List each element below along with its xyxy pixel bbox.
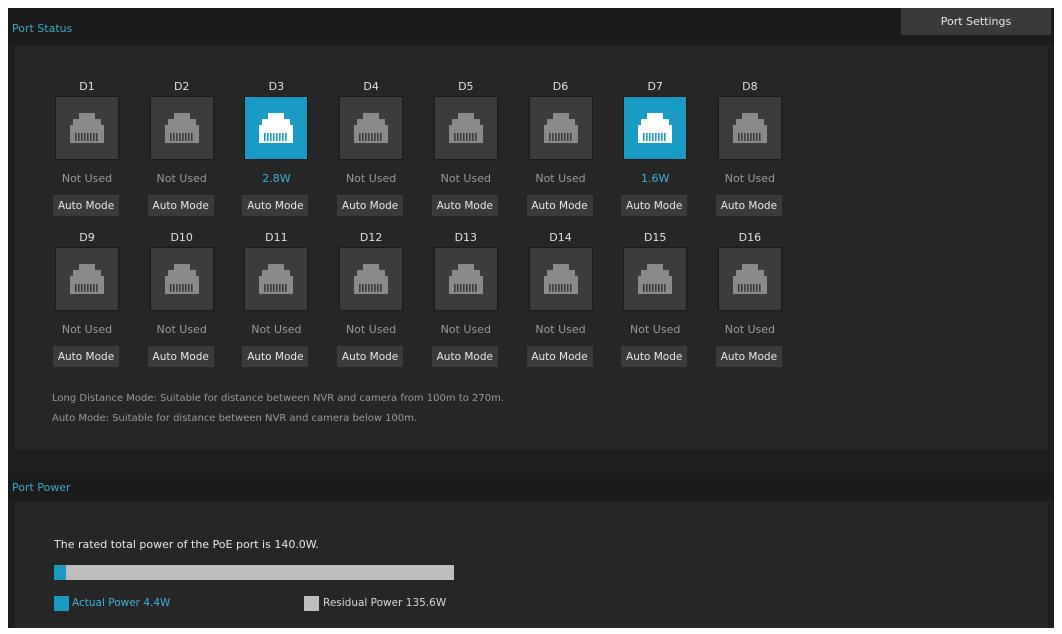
ethernet-port-icon [623,247,688,311]
ethernet-port-icon [149,96,214,160]
port-label: D3 [268,80,285,93]
port-d8: D8 Not Used Auto Mode [710,80,790,240]
port-mode-button[interactable]: Auto Mode [242,195,309,216]
port-status-text: Not Used [630,323,681,336]
port-label: D10 [170,231,193,244]
poe-settings-window: Port Status Port Settings D1 Not Used Auto… [8,8,1054,628]
long-distance-note: Long Distance Mode: Suitable for distanc… [52,393,505,404]
ethernet-port-icon [433,247,498,311]
port-status-text: 1.6W [641,172,670,185]
actual-power-label: Actual Power 4.4W [72,597,171,609]
port-d15: D15 Not Used Auto Mode [615,231,695,391]
port-status-text: Not Used [61,172,113,185]
port-label: D13 [454,231,478,244]
port-label: D12 [359,231,383,244]
port-d16: D16 Not Used Auto Mode [710,231,790,391]
power-usage-fill [54,565,67,580]
port-label: D7 [647,80,663,93]
port-d10: D10 Not Used Auto Mode [142,231,222,391]
port-label: D1 [79,80,95,93]
port-mode-button[interactable]: Auto Mode [147,195,214,216]
port-label: D14 [549,231,572,244]
ethernet-port-icon [339,247,404,311]
ethernet-port-icon [717,247,782,311]
ethernet-port-icon [623,96,688,160]
port-status-text: Not Used [251,323,302,336]
port-mode-button[interactable]: Auto Mode [526,346,593,367]
ethernet-port-icon [55,96,119,160]
port-mode-button[interactable]: Auto Mode [431,195,498,216]
port-status-text: Not Used [156,323,207,336]
port-status-text: Not Used [440,323,491,336]
port-label: D2 [173,80,190,93]
ethernet-port-icon [149,247,214,311]
port-d3: D3 2.8W Auto Mode [236,80,316,240]
port-d13: D13 Not Used Auto Mode [426,231,506,391]
ethernet-port-icon [339,96,404,160]
port-status-text: Not Used [440,172,491,185]
port-status-text: Not Used [156,172,207,185]
port-status-text: Not Used [61,323,113,336]
actual-power-swatch [54,596,69,611]
residual-power-swatch [304,596,319,611]
port-label: D16 [738,231,762,244]
port-d12: D12 Not Used Auto Mode [331,231,411,391]
port-mode-button[interactable]: Auto Mode [337,346,404,367]
ethernet-port-icon [244,96,309,160]
port-d7: D7 1.6W Auto Mode [615,80,695,240]
port-status-text: Not Used [535,172,586,185]
power-usage-bar [54,565,454,580]
port-status-text: Not Used [724,323,776,336]
port-d4: D4 Not Used Auto Mode [331,80,411,240]
port-label: D15 [643,231,667,244]
port-status-text: Not Used [724,172,776,185]
port-status-text: Not Used [345,172,397,185]
port-status-title: Port Status [12,22,73,35]
port-mode-button[interactable]: Auto Mode [715,195,782,216]
port-mode-button[interactable]: Auto Mode [621,346,688,367]
ethernet-port-icon [433,96,498,160]
residual-power-label: Residual Power 135.6W [323,597,447,609]
port-status-text: Not Used [535,323,586,336]
port-d14: D14 Not Used Auto Mode [521,231,601,391]
port-label: D9 [79,231,95,244]
ethernet-port-icon [717,96,782,160]
port-mode-button[interactable]: Auto Mode [621,195,688,216]
port-label: D6 [552,80,569,93]
ethernet-port-icon [528,247,593,311]
port-d2: D2 Not Used Auto Mode [142,80,222,240]
port-status-text: 2.8W [262,172,291,185]
port-d11: D11 Not Used Auto Mode [236,231,316,391]
port-mode-button[interactable]: Auto Mode [242,346,309,367]
port-mode-button[interactable]: Auto Mode [147,346,214,367]
port-mode-button[interactable]: Auto Mode [337,195,404,216]
port-label: D8 [742,80,758,93]
port-power-header: Port Power [8,474,1054,500]
ethernet-port-icon [55,247,119,311]
port-d9: D9 Not Used Auto Mode [47,231,127,391]
port-label: D4 [363,80,379,93]
port-power-title: Port Power [12,481,71,494]
ethernet-port-icon [244,247,309,311]
port-status-text: Not Used [345,323,397,336]
port-mode-button[interactable]: Auto Mode [715,346,782,367]
ethernet-port-icon [528,96,593,160]
port-label: D11 [265,231,288,244]
port-mode-button[interactable]: Auto Mode [431,346,498,367]
port-d5: D5 Not Used Auto Mode [426,80,506,240]
port-status-header: Port Status Port Settings [8,8,1054,44]
port-d1: D1 Not Used Auto Mode [47,80,127,240]
auto-mode-note: Auto Mode: Suitable for distance between… [52,413,418,424]
port-mode-button[interactable]: Auto Mode [526,195,593,216]
port-settings-button[interactable]: Port Settings [901,8,1051,35]
port-label: D5 [458,80,474,93]
port-mode-button[interactable]: Auto Mode [53,346,119,367]
port-mode-button[interactable]: Auto Mode [53,195,119,216]
port-d6: D6 Not Used Auto Mode [521,80,601,240]
rated-power-text: The rated total power of the PoE port is… [54,538,319,551]
